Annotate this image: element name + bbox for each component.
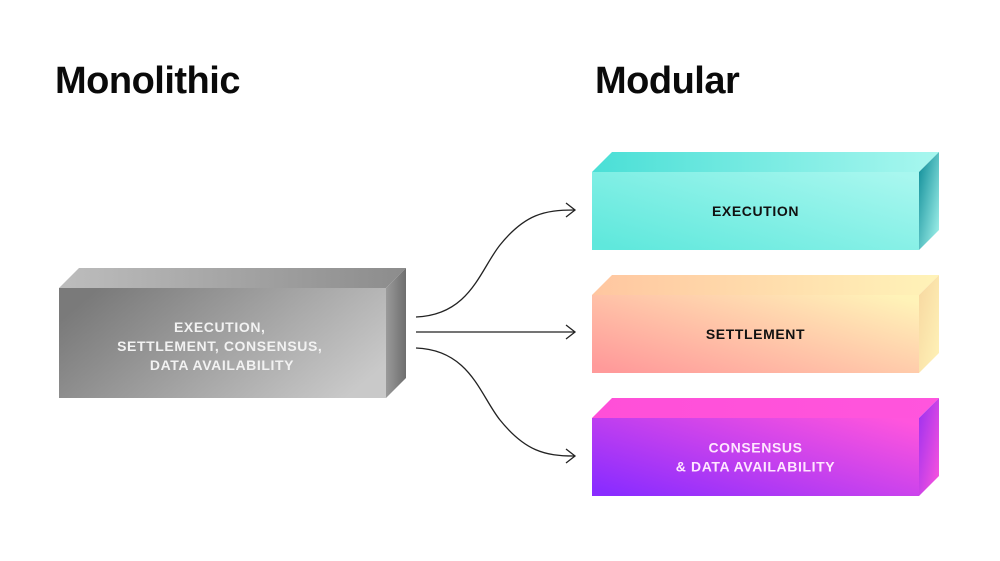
arrow-to-execution [415,209,575,318]
modular-block-settlement: SETTLEMENT [592,275,939,373]
architecture-diagram: EXECUTION, SETTLEMENT, CONSENSUS, DATA A… [59,152,939,496]
block-top-face [592,275,939,295]
block-front-face [592,418,919,496]
monolithic-label-line: DATA AVAILABILITY [150,357,294,373]
block-label: EXECUTION [712,203,799,219]
monolithic-block: EXECUTION, SETTLEMENT, CONSENSUS, DATA A… [59,268,406,398]
arrow-to-consensus [415,347,575,457]
arrows [415,202,577,464]
block-label-line: & DATA AVAILABILITY [676,459,835,475]
block-top-face [592,398,939,418]
block-label-line: SETTLEMENT [706,326,805,342]
block-top-face [592,152,939,172]
block-label-line: CONSENSUS [708,440,802,456]
monolithic-block-side [386,268,406,398]
modular-block-consensus-da: CONSENSUS & DATA AVAILABILITY [592,398,939,496]
monolithic-label-line: EXECUTION, [174,319,266,335]
monolithic-block-top [59,268,406,288]
block-label: SETTLEMENT [706,326,805,342]
modular-block-execution: EXECUTION [592,152,939,250]
block-label-line: EXECUTION [712,203,799,219]
monolithic-label-line: SETTLEMENT, CONSENSUS, [117,338,322,354]
